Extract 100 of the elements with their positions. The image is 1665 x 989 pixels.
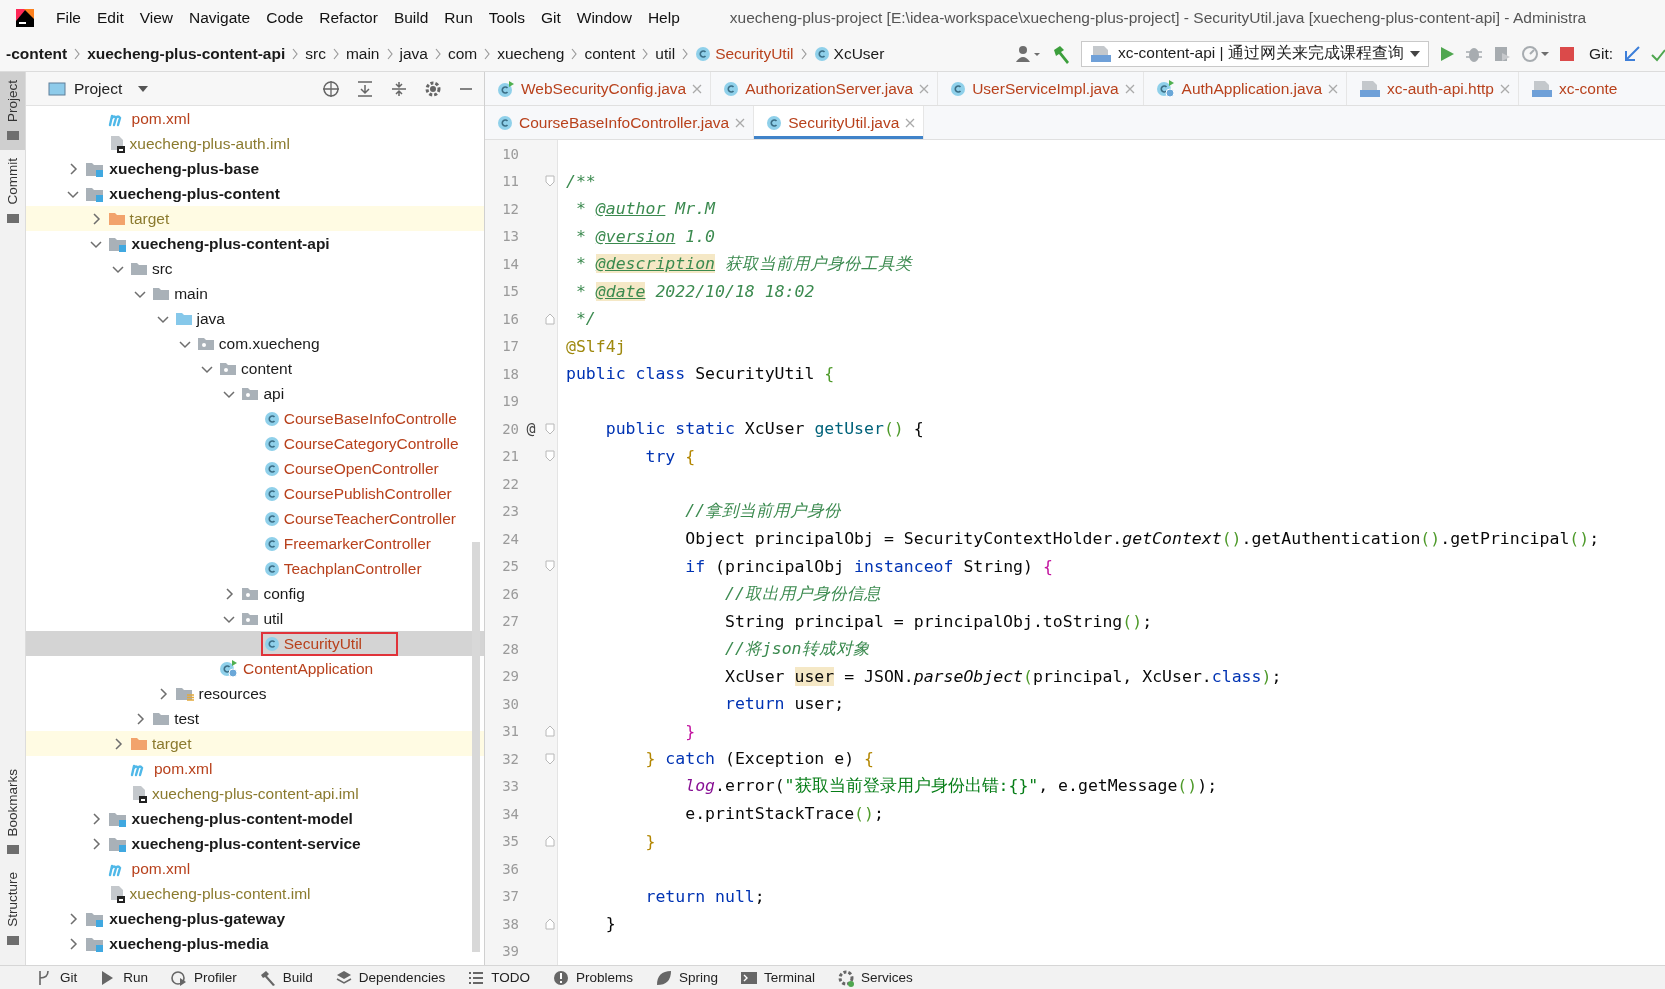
tool-window-button[interactable]: Spring [654,968,718,987]
tree-item[interactable]: main [26,281,484,306]
tool-window-button[interactable]: Terminal [740,968,815,987]
menu-item[interactable]: Window [568,0,640,36]
panel-title[interactable]: Project [74,79,123,98]
menu-item[interactable]: Code [258,0,312,36]
tool-window-button[interactable]: Run [99,968,149,987]
editor-tab[interactable]: xc-conte [1518,72,1626,105]
breadcrumb[interactable]: -content [0,44,74,63]
tree-item[interactable]: xuecheng-plus-content [26,181,484,206]
menu-item[interactable]: View [131,0,182,36]
tree-item[interactable]: xuecheng-plus-content.iml [26,881,484,906]
tree-item[interactable]: xuecheng-plus-media [26,931,484,956]
user-icon[interactable] [1014,44,1041,63]
breadcrumb[interactable]: XcUser [807,44,891,63]
tree-item[interactable]: xuecheng-plus-content-model [26,806,484,831]
tree-item[interactable]: content [26,356,484,381]
tree-item[interactable]: com.xuecheng [26,331,484,356]
tool-window-tab[interactable]: Bookmarks [0,760,25,865]
tree-item[interactable]: test [26,706,484,731]
collapse-all-icon[interactable] [390,79,408,98]
module-folder-icon [107,810,128,827]
breadcrumb[interactable]: xuecheng [491,44,571,63]
breadcrumb[interactable]: main [339,44,386,63]
tool-window-button[interactable]: TODO [467,968,530,987]
tool-window-tab[interactable]: Structure [0,864,25,955]
menu-item[interactable]: Edit [89,0,132,36]
tree-item[interactable]: java [26,306,484,331]
tool-window-button[interactable]: Services [837,968,913,987]
tool-window-button[interactable]: Profiler [170,968,237,987]
tree-item[interactable]: config [26,581,484,606]
line-number: 39 [501,943,519,960]
tree-item[interactable]: util [26,606,484,631]
breadcrumb[interactable]: com [441,44,484,63]
editor-tab[interactable]: AuthorizationServer.java [711,72,939,105]
expand-all-icon[interactable] [356,79,374,98]
tree-item[interactable]: CoursePublishController [26,481,484,506]
tree-item[interactable]: api [26,381,484,406]
breadcrumb[interactable]: SecurityUtil [689,44,800,63]
line-number: 21 [501,448,519,465]
breadcrumb[interactable]: xuecheng-plus-content-api [81,44,292,63]
settings-icon[interactable] [424,79,442,98]
breadcrumb[interactable]: content [578,44,642,63]
tree-item[interactable]: resources [26,681,484,706]
tree-item[interactable]: xuecheng-plus-base [26,156,484,181]
menu-item[interactable]: Help [639,0,688,36]
menu-item[interactable]: Git [532,0,569,36]
tree-item[interactable]: xuecheng-plus-content-api.iml [26,781,484,806]
tree-item[interactable]: pom.xml [26,856,484,881]
editor-tab[interactable]: UserServiceImpl.java [938,72,1144,105]
editor-tab[interactable]: xc-auth-api.http [1347,72,1519,105]
locate-icon[interactable] [322,79,340,98]
run-icon[interactable] [1438,45,1455,62]
tree-item[interactable]: CourseTeacherController [26,506,484,531]
tool-window-button[interactable]: Git [36,968,78,987]
tree-item[interactable]: xuecheng-plus-auth.iml [26,131,484,156]
tree-item[interactable]: pom.xml [26,106,484,131]
tree-item[interactable]: CourseBaseInfoControlle [26,406,484,431]
tree-item[interactable]: FreemarkerController [26,531,484,556]
tool-window-button[interactable]: Problems [551,968,633,987]
tool-window-button[interactable]: Build [258,968,313,987]
profiler-icon[interactable] [1520,44,1549,63]
class-icon [497,114,513,131]
line-number: 33 [501,778,519,795]
tool-window-tab[interactable]: Commit [0,150,25,233]
stop-icon[interactable] [1558,45,1575,62]
menu-item[interactable]: Refactor [311,0,386,36]
tree-item[interactable]: CourseOpenController [26,456,484,481]
menu-item[interactable]: Tools [480,0,533,36]
tree-item[interactable]: SecurityUtil [26,631,484,656]
tool-window-tab[interactable]: Project [0,72,25,151]
menu-item[interactable]: Run [436,0,481,36]
keyword: class [1211,666,1262,686]
breadcrumb[interactable]: java [393,44,434,63]
editor-tab[interactable]: AuthApplication.java [1143,72,1348,105]
menu-item[interactable]: Navigate [181,0,259,36]
tree-item[interactable]: target [26,206,484,231]
tree-item[interactable]: ContentApplication [26,656,484,681]
tree-item[interactable]: CourseCategoryControlle [26,431,484,456]
tree-item[interactable]: pom.xml [26,756,484,781]
breadcrumb[interactable]: util [649,44,682,63]
tree-item[interactable]: xuecheng-plus-content-api [26,231,484,256]
bracket: () [854,804,874,824]
editor-tab[interactable]: SecurityUtil.java [754,106,925,139]
editor-tab[interactable]: WebSecurityConfig.java [485,72,712,105]
tree-item[interactable]: xuecheng-plus-gateway [26,906,484,931]
scrollbar[interactable] [472,542,480,952]
caret-icon[interactable] [138,85,149,92]
breadcrumb[interactable]: src [299,44,332,63]
menu-item[interactable]: Build [385,0,437,36]
tree-item[interactable]: target [26,731,484,756]
tree-item[interactable]: xuecheng-plus-content-service [26,831,484,856]
run-config-dropdown[interactable]: xc-content-api | 通过网关来完成课程查询 [1080,40,1429,67]
menu-item[interactable]: File [48,0,89,36]
tree-item[interactable]: TeachplanController [26,556,484,581]
tool-window-button[interactable]: Dependencies [334,968,446,987]
gutter-marker[interactable]: @ [519,419,543,438]
update-arrow-icon[interactable] [1623,44,1641,63]
tree-item[interactable]: src [26,256,484,281]
bracket: () [1420,529,1441,549]
